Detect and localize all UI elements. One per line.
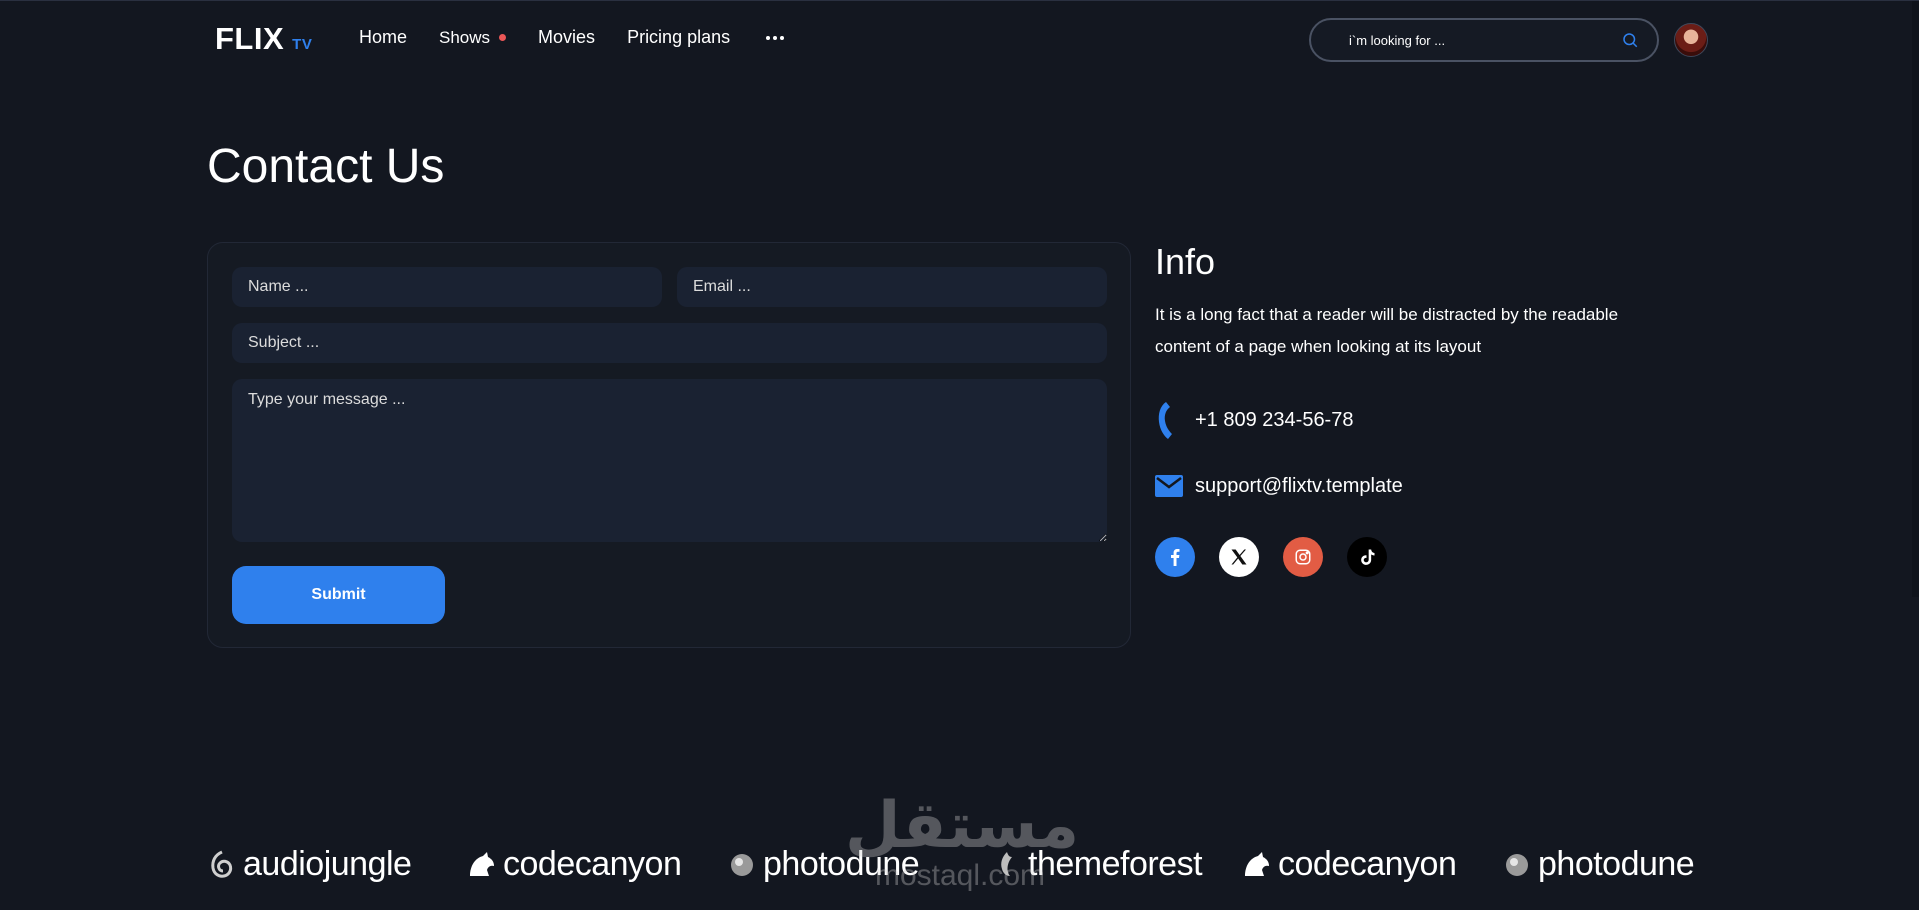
nav-shows[interactable]: Shows: [439, 27, 507, 48]
facebook-icon[interactable]: [1155, 537, 1195, 577]
search-input[interactable]: [1347, 20, 1607, 60]
instagram-icon[interactable]: [1283, 537, 1323, 577]
phone-icon: [1155, 401, 1183, 439]
partner-themeforest[interactable]: themeforest: [992, 839, 1203, 889]
subject-field[interactable]: [232, 323, 1107, 363]
partner-codecanyon[interactable]: codecanyon: [467, 839, 682, 889]
main-nav: Home Shows Movies Pricing plans: [359, 27, 788, 48]
partner-audiojungle[interactable]: audiojungle: [207, 839, 412, 889]
nav-pricing[interactable]: Pricing plans: [627, 27, 730, 48]
logo-sub: TV: [292, 36, 313, 53]
codecanyon-icon: [1245, 852, 1269, 876]
partner-label: themeforest: [1028, 844, 1203, 883]
x-twitter-icon[interactable]: [1219, 537, 1259, 577]
message-field[interactable]: [232, 379, 1107, 542]
partner-logos: audiojungle codecanyon photodune themefo…: [207, 839, 1697, 889]
search-icon[interactable]: [1621, 31, 1639, 49]
tiktok-icon[interactable]: [1347, 537, 1387, 577]
phone-number: +1 809 234-56-78: [1195, 408, 1354, 431]
nav-movies[interactable]: Movies: [538, 27, 595, 48]
email-row[interactable]: support@flixtv.template: [1155, 467, 1403, 505]
nav-shows-label: Shows: [439, 27, 491, 47]
themeforest-icon: [1001, 852, 1012, 876]
partner-label: codecanyon: [503, 844, 682, 883]
partner-label: codecanyon: [1278, 844, 1457, 883]
partner-label: photodune: [1538, 844, 1695, 883]
partner-photodune-2[interactable]: photodune: [1502, 839, 1695, 889]
header: FLIX TV Home Shows Movies Pricing plans: [0, 1, 1919, 79]
info-text: It is a long fact that a reader will be …: [1155, 305, 1619, 356]
photodune-icon: [1506, 854, 1528, 876]
phone-row[interactable]: +1 809 234-56-78: [1155, 401, 1353, 439]
social-links: [1155, 537, 1387, 577]
audiojungle-icon: [211, 850, 233, 878]
mail-icon: [1155, 467, 1183, 505]
partner-label: photodune: [763, 844, 920, 883]
nav-home[interactable]: Home: [359, 27, 407, 48]
partner-label: audiojungle: [243, 844, 412, 883]
nav-pricing-label: Pricing plans: [627, 27, 731, 47]
email-field[interactable]: [677, 267, 1107, 307]
logo[interactable]: FLIX TV: [215, 21, 312, 57]
info-title: Info: [1155, 241, 1216, 282]
contact-form: Submit: [207, 242, 1131, 648]
logo-main: FLIX: [215, 21, 285, 56]
page: FLIX TV Home Shows Movies Pricing plans C…: [0, 0, 1919, 910]
more-menu-icon[interactable]: [762, 30, 788, 46]
nav-home-label: Home: [359, 27, 408, 47]
name-field[interactable]: [232, 267, 662, 307]
submit-button[interactable]: Submit: [232, 566, 445, 624]
partner-codecanyon-2[interactable]: codecanyon: [1242, 839, 1457, 889]
search-box: [1309, 18, 1659, 62]
codecanyon-icon: [470, 852, 494, 876]
scrollbar[interactable]: [1912, 1, 1919, 597]
avatar[interactable]: [1674, 23, 1708, 57]
page-title: Contact Us: [207, 140, 445, 193]
support-email: support@flixtv.template: [1195, 474, 1403, 497]
nav-movies-label: Movies: [538, 27, 596, 47]
notification-dot: [499, 34, 507, 41]
photodune-icon: [731, 854, 753, 876]
partner-photodune[interactable]: photodune: [727, 839, 920, 889]
